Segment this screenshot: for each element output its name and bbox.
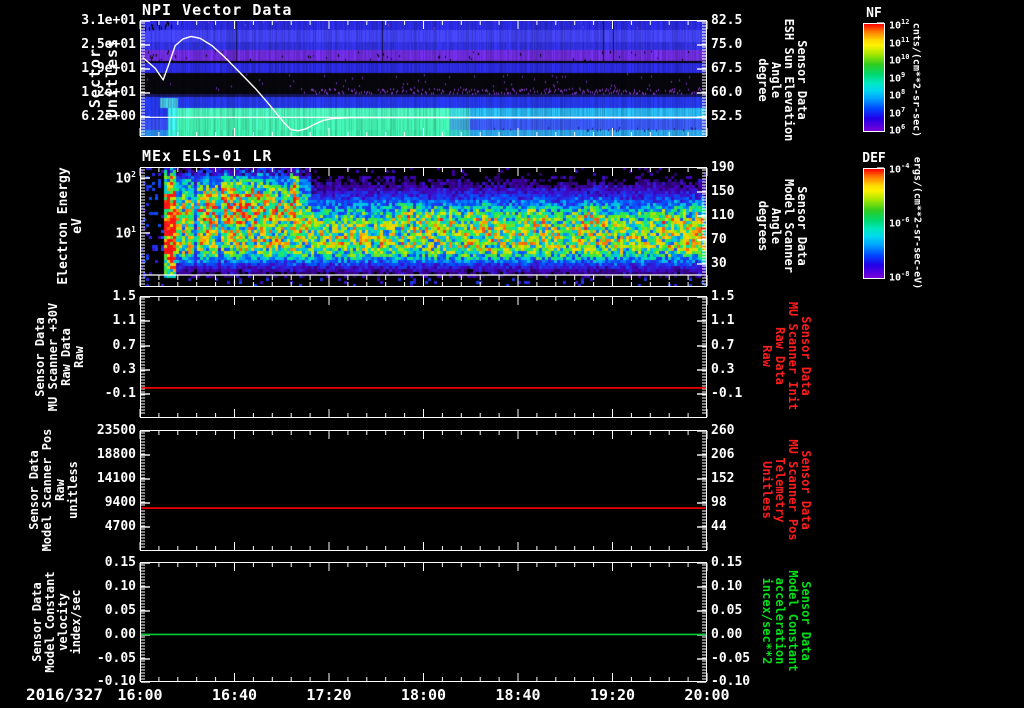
npi-right-tick-label: 67.5 [711,61,743,76]
scannerpos-right-tick-label: 98 [711,495,727,510]
npi-left-tick-label: 6.2e+00 [81,109,136,124]
scannerpos-left-tick-label: 4700 [104,519,136,534]
nf-colorbar-tick-label: 1010 [889,53,910,67]
mu30v-right-tick-label: 1.5 [711,289,735,304]
x-tick-label: 20:00 [684,686,730,704]
els-right-axis-title: Sensor Data Model Scanner Angle degrees [756,179,809,273]
els-right-tick-label: 30 [711,256,727,271]
scannerpos-left-tick-label: 9400 [104,495,136,510]
def-colorbar [863,168,885,279]
nf-colorbar-title: NF [866,6,882,21]
modelconst-left-tick-label: 0.15 [104,555,136,570]
npi-left-tick-label: 1.9e+01 [81,61,136,76]
nf-colorbar-tick-label: 1011 [889,35,910,49]
scannerpos-left-tick-label: 14100 [96,471,136,486]
mu30v-left-axis-title: Sensor Data MU Scanner +30V Raw Data Raw [33,302,86,412]
els-left-tick-label: 102 [115,170,136,187]
modelconst-right-tick-label: 0.00 [711,627,743,642]
modelconst-axes-box [140,562,707,682]
def-colorbar-title: DEF [862,151,886,166]
els-panel-title: MEx ELS-01 LR [142,147,273,165]
mu30v-axes-box [140,296,707,418]
mu30v-right-tick-label: 1.1 [711,313,735,328]
plot-stage: NPI Vector Data MEx ELS-01 LR Sector Uni… [0,0,1024,708]
x-tick-label: 18:00 [400,686,447,704]
modelconst-left-tick-label: -0.05 [96,651,136,666]
modelconst-right-axis-title: Sensor Data Model Constant acceleration … [760,570,813,672]
modelconst-right-tick-label: -0.05 [711,651,751,666]
date-label: 2016/327 [26,685,104,704]
modelconst-left-tick-label: 0.10 [104,579,136,594]
scannerpos-left-tick-label: 18800 [96,447,136,462]
scannerpos-right-tick-label: 260 [711,423,735,438]
x-tick-label: 16:40 [211,686,258,704]
def-colorbar-units: ergs/(cm**2-sr-sec-eV) [911,156,923,290]
modelconst-left-tick-label: 0.00 [104,627,136,642]
els-left-tick-label: 101 [115,225,136,242]
els-right-tick-label: 70 [711,232,727,247]
nf-colorbar [863,23,885,132]
npi-axes-box [140,20,707,137]
nf-colorbar-tick-label: 1012 [889,18,910,32]
def-colorbar-tick-label: 10-8 [889,270,910,284]
scannerpos-right-tick-label: 206 [711,447,735,462]
esh-sun-elevation-curve [142,35,707,132]
x-tick-label: 16:00 [117,686,163,704]
modelconst-right-tick-label: 0.05 [711,603,743,618]
modelconst-left-tick-label: 0.05 [104,603,136,618]
scannerpos-left-axis-title: Sensor Data Model Scanner Pos Raw unitle… [27,428,80,552]
els-right-tick-label: 150 [711,184,735,199]
def-colorbar-tick-label: 10-6 [889,216,910,230]
npi-right-axis-title: Sensor Data ESH Sun Elevation Angle degr… [756,18,809,142]
x-tick-label: 17:20 [306,686,352,704]
scannerpos-right-axis-title: Sensor Data MU Scanner Pos Telemetry Uni… [760,439,813,541]
scannerpos-right-tick-label: 152 [711,471,735,486]
npi-right-tick-label: 82.5 [711,13,743,28]
mu30v-left-tick-label: 1.1 [112,313,136,328]
scannerpos-right-tick-label: 44 [711,519,727,534]
modelconst-right-tick-label: 0.15 [711,555,743,570]
scannerpos-left-tick-label: 23500 [96,423,136,438]
nf-colorbar-tick-label: 108 [889,88,906,102]
npi-panel-title: NPI Vector Data [142,1,293,19]
mu30v-left-tick-label: 0.7 [112,338,136,353]
npi-left-tick-label: 1.2e+01 [81,85,136,100]
nf-colorbar-tick-label: 107 [889,105,906,119]
npi-right-tick-label: 60.0 [711,85,743,100]
els-axes-box [140,167,707,287]
modelconst-right-tick-label: 0.10 [711,579,743,594]
mu30v-right-axis-title: Sensor Data MU Scanner Init Raw Data Raw [760,301,813,411]
npi-left-tick-label: 3.1e+01 [81,13,136,28]
mu30v-right-tick-label: -0.1 [711,386,743,401]
nf-colorbar-tick-label: 109 [889,70,906,84]
scannerpos-axes-box [140,430,707,551]
def-colorbar-tick-label: 10-4 [889,162,910,176]
nf-colorbar-tick-label: 106 [889,123,906,137]
x-tick-label: 18:40 [495,686,541,704]
mu30v-left-tick-label: -0.1 [104,386,136,401]
els-left-axis-title: Electron Energy eV [56,167,85,285]
els-right-tick-label: 190 [711,160,735,175]
nf-colorbar-units: cnts/(cm**2-sr-sec) [910,22,922,138]
mu30v-right-tick-label: 0.3 [711,362,735,377]
x-tick-label: 19:20 [589,686,636,704]
els-right-tick-label: 110 [711,208,735,223]
npi-left-tick-label: 2.5e+01 [81,37,136,52]
mu30v-left-tick-label: 0.3 [112,362,136,377]
npi-right-tick-label: 75.0 [711,37,743,52]
modelconst-left-axis-title: Sensor Data Model Constant velocity inde… [30,571,83,673]
mu30v-right-tick-label: 0.7 [711,338,735,353]
npi-right-tick-label: 52.5 [711,109,743,124]
mu30v-left-tick-label: 1.5 [112,289,136,304]
